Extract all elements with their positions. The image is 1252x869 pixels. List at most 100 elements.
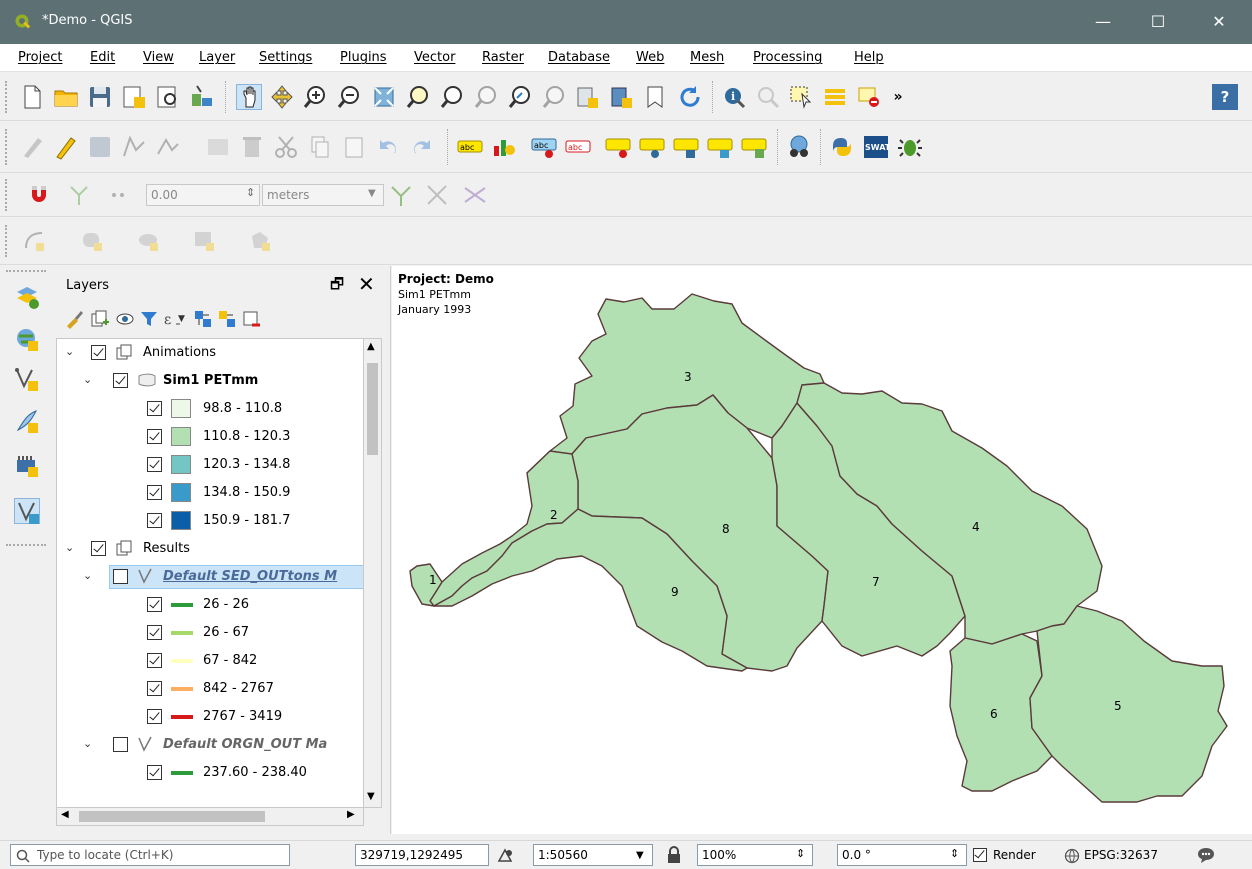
coordinate-field[interactable]: 329719,1292495	[355, 844, 489, 866]
new-3d-view-icon[interactable]	[609, 84, 635, 110]
zoom-next-icon[interactable]	[541, 84, 567, 110]
snapping-units-select[interactable]: meters	[262, 184, 384, 206]
add-vector-layer-icon[interactable]	[14, 366, 40, 392]
add-raster-layer-icon[interactable]	[14, 326, 40, 352]
lock-scale-icon[interactable]	[666, 846, 682, 864]
deselect-all-icon[interactable]	[856, 84, 882, 110]
layer-visibility-checkbox[interactable]	[91, 541, 106, 556]
collapse-all-icon[interactable]	[216, 308, 238, 330]
tree-layer-orgn-out[interactable]: ⌄ Default ORGN_OUT Ma	[57, 731, 363, 759]
paste-features-icon[interactable]	[341, 134, 367, 160]
move-label-icon[interactable]	[639, 134, 665, 160]
more-tools-button[interactable]: »	[885, 84, 911, 110]
panel-handle[interactable]	[6, 270, 46, 276]
zoom-in-icon[interactable]	[303, 84, 329, 110]
tree-layer-sed-out[interactable]: ⌄ Default SED_OUTtons M	[57, 563, 363, 591]
float-panel-icon[interactable]: 🗗	[330, 274, 344, 299]
layer-visibility-checkbox[interactable]	[91, 345, 106, 360]
add-spatialite-icon[interactable]	[14, 452, 40, 478]
legend-class[interactable]: 120.3 - 134.8	[57, 451, 363, 479]
toggle-editing-icon[interactable]	[53, 134, 79, 160]
menu-web[interactable]: Web	[636, 50, 664, 65]
map-canvas[interactable]: 3 2 1 8 9 7 4 6 5 Project: Demo Sim1 PET…	[392, 266, 1252, 834]
zoom-to-layer-icon[interactable]	[439, 84, 465, 110]
pin-unpin-labels-icon[interactable]: abc	[565, 134, 591, 160]
add-rectangle-icon[interactable]	[80, 228, 106, 254]
zoom-to-selection-icon[interactable]	[405, 84, 431, 110]
scale-select[interactable]: 1:50560	[533, 844, 653, 866]
select-features-icon[interactable]	[788, 84, 814, 110]
locator-search-input[interactable]: Type to locate (Ctrl+K)	[10, 844, 290, 866]
manage-visibility-icon[interactable]	[114, 308, 136, 330]
add-group-icon[interactable]	[89, 308, 111, 330]
menu-layer[interactable]: Layer	[199, 50, 235, 65]
spin-arrows-icon[interactable]: ⇕	[950, 847, 959, 860]
panel-handle[interactable]	[6, 544, 46, 550]
class-visibility-checkbox[interactable]	[147, 429, 162, 444]
menu-database[interactable]: Database	[548, 50, 610, 65]
class-visibility-checkbox[interactable]	[147, 513, 162, 528]
scroll-up-icon[interactable]: ▲	[367, 341, 375, 352]
menu-vector[interactable]: Vector	[414, 50, 455, 65]
class-visibility-checkbox[interactable]	[147, 765, 162, 780]
menu-settings[interactable]: Settings	[259, 50, 312, 65]
scroll-right-icon[interactable]: ▶	[347, 809, 355, 820]
class-visibility-checkbox[interactable]	[147, 457, 162, 472]
toolbar-handle[interactable]	[5, 129, 9, 165]
crs-button[interactable]: EPSG:32637	[1084, 848, 1158, 862]
tree-horizontal-scrollbar[interactable]: ◀ ▶	[56, 808, 364, 826]
data-source-manager-icon[interactable]	[14, 284, 40, 310]
scroll-left-icon[interactable]: ◀	[61, 809, 69, 820]
current-edits-icon[interactable]	[20, 134, 46, 160]
class-visibility-checkbox[interactable]	[147, 653, 162, 668]
legend-class[interactable]: 110.8 - 120.3	[57, 423, 363, 451]
chevron-down-icon[interactable]: ⌄	[83, 569, 92, 582]
new-bookmark-icon[interactable]	[643, 84, 669, 110]
menu-processing[interactable]: Processing	[753, 50, 822, 65]
refresh-icon[interactable]	[677, 84, 703, 110]
messages-icon[interactable]	[1196, 846, 1216, 864]
python-console-icon[interactable]	[829, 134, 855, 160]
swat-plugin-icon[interactable]: SWAT	[863, 134, 891, 160]
menu-edit[interactable]: Edit	[90, 50, 115, 65]
chevron-down-icon[interactable]: ⌄	[65, 541, 74, 554]
identify-icon[interactable]: i	[721, 84, 747, 110]
menu-plugins[interactable]: Plugins	[340, 50, 387, 65]
show-hide-labels-icon[interactable]	[605, 134, 631, 160]
layout-manager-icon[interactable]	[155, 84, 181, 110]
layer-visibility-checkbox[interactable]	[113, 737, 128, 752]
add-ellipse-icon[interactable]	[136, 228, 162, 254]
label-properties-icon[interactable]	[741, 134, 767, 160]
add-circular-string-icon[interactable]	[22, 228, 48, 254]
chevron-down-icon[interactable]: ▼	[636, 850, 644, 861]
cut-features-icon[interactable]	[273, 134, 299, 160]
snapping-tolerance-input[interactable]: 0.00	[146, 184, 260, 206]
pan-map-icon[interactable]	[236, 84, 262, 110]
menu-mesh[interactable]: Mesh	[690, 50, 724, 65]
chevron-down-icon[interactable]: ⌄	[65, 345, 74, 358]
maximize-button[interactable]: ☐	[1133, 0, 1183, 44]
style-layer-icon[interactable]	[64, 308, 86, 330]
remove-layer-icon[interactable]	[240, 308, 262, 330]
scroll-down-icon[interactable]: ▼	[367, 791, 375, 802]
layer-labeling-options-icon[interactable]: abc	[457, 134, 483, 160]
tree-group-animations[interactable]: ⌄ Animations	[57, 339, 363, 367]
add-polygon-icon[interactable]	[248, 228, 274, 254]
legend-class[interactable]: 842 - 2767	[57, 675, 363, 703]
legend-class[interactable]: 26 - 26	[57, 591, 363, 619]
toolbar-handle[interactable]	[5, 81, 9, 113]
digitize-icon[interactable]	[121, 134, 147, 160]
class-visibility-checkbox[interactable]	[147, 681, 162, 696]
layer-diagram-options-icon[interactable]	[491, 134, 517, 160]
topological-editing-icon[interactable]	[388, 182, 414, 208]
class-visibility-checkbox[interactable]	[147, 485, 162, 500]
menu-view[interactable]: View	[143, 50, 174, 65]
tree-layer-sim1-petmm[interactable]: ⌄ Sim1 PETmm	[57, 367, 363, 395]
toggle-extents-icon[interactable]	[496, 847, 514, 865]
tree-vertical-scrollbar[interactable]: ▲ ▼	[364, 338, 382, 808]
close-panel-icon[interactable]: ✕	[358, 272, 375, 296]
tolerance-spin-arrows[interactable]: ⇕	[246, 186, 255, 199]
class-visibility-checkbox[interactable]	[147, 625, 162, 640]
change-label-icon[interactable]	[707, 134, 733, 160]
class-visibility-checkbox[interactable]	[147, 597, 162, 612]
